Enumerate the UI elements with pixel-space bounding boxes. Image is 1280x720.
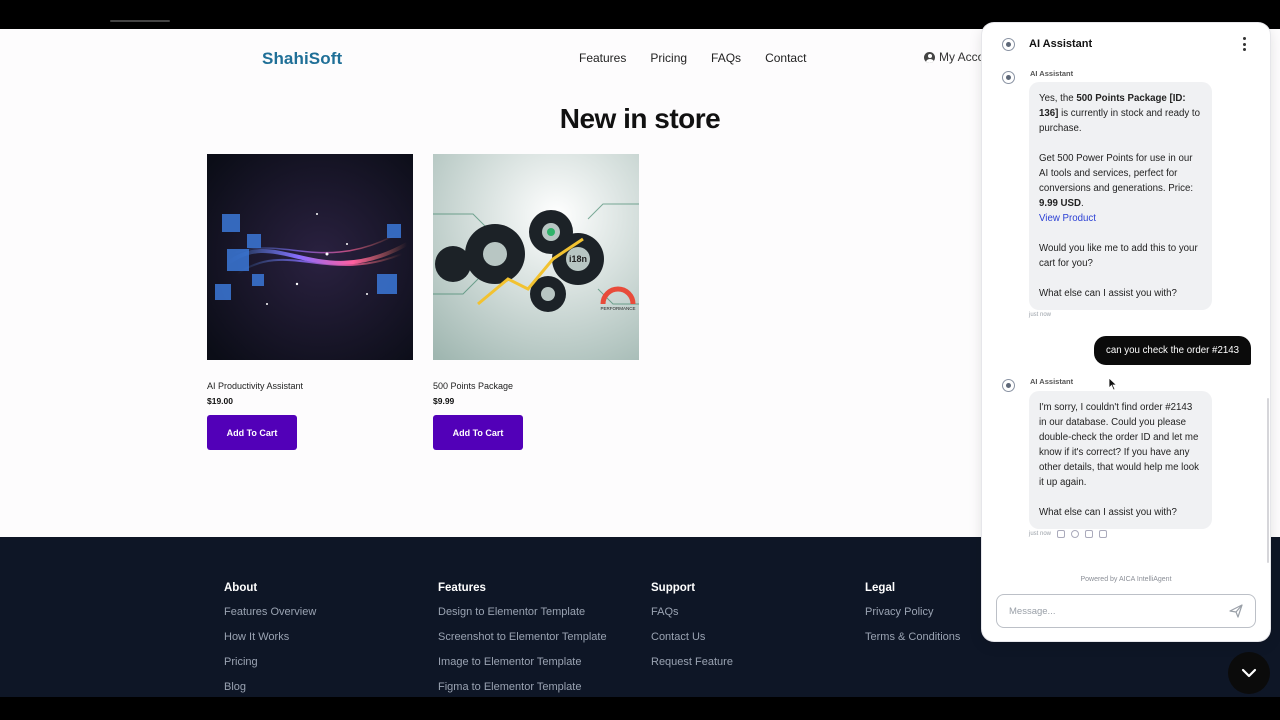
nav-features[interactable]: Features	[579, 51, 626, 65]
main-nav: Features Pricing FAQs Contact	[579, 51, 806, 65]
footer-link[interactable]: Screenshot to Elementor Template	[438, 631, 607, 645]
more-options-icon[interactable]	[1239, 37, 1249, 51]
bot-avatar-icon	[1002, 71, 1015, 84]
message-timestamp: just now	[1029, 531, 1052, 537]
footer-link[interactable]: Image to Elementor Template	[438, 656, 607, 670]
message-sender: AI Assistant	[1030, 69, 1074, 78]
bot-message: Yes, the 500 Points Package [ID: 136] is…	[1029, 82, 1212, 310]
view-product-link[interactable]: View Product	[1039, 213, 1096, 224]
footer-link[interactable]: Privacy Policy	[865, 606, 960, 620]
footer-link[interactable]: How It Works	[224, 631, 316, 645]
message-paragraph: Yes, the 500 Points Package [ID: 136] is…	[1039, 93, 1200, 134]
product-image[interactable]	[207, 154, 413, 360]
footer-column-features: Features Design to Elementor Template Sc…	[438, 582, 607, 706]
footer-heading: Features	[438, 582, 486, 594]
footer-heading: Support	[651, 582, 696, 594]
regenerate-icon[interactable]	[1071, 530, 1080, 538]
user-message: can you check the order #2143	[1093, 336, 1251, 365]
nav-pricing[interactable]: Pricing	[650, 51, 687, 65]
my-account-link[interactable]: My Acco	[924, 50, 984, 64]
product-price: $9.99	[433, 396, 455, 406]
svg-text:PERFORMANCE: PERFORMANCE	[600, 306, 635, 311]
footer-link[interactable]: FAQs	[651, 606, 733, 620]
message-meta: just now	[1029, 530, 1108, 538]
bot-message: I'm sorry, I couldn't find order #2143 i…	[1029, 391, 1212, 529]
bot-avatar-icon	[1002, 38, 1015, 51]
chat-scrollbar[interactable]	[1267, 398, 1269, 563]
user-icon	[924, 51, 935, 63]
chevron-down-icon	[1241, 668, 1257, 678]
send-icon[interactable]	[1228, 603, 1244, 619]
message-paragraph: I'm sorry, I couldn't find order #2143 i…	[1039, 402, 1199, 488]
footer-column-legal: Legal Privacy Policy Terms & Conditions	[865, 582, 960, 656]
message-composer	[996, 594, 1256, 628]
bot-avatar-icon	[1002, 379, 1015, 392]
tab-indicator	[110, 20, 170, 22]
footer-column-support: Support FAQs Contact Us Request Feature	[651, 582, 733, 681]
thumbs-down-icon[interactable]	[1099, 530, 1108, 538]
chat-header: AI Assistant	[982, 23, 1270, 67]
message-paragraph: Get 500 Power Points for use in our AI t…	[1039, 153, 1194, 209]
message-paragraph: What else can I assist you with?	[1039, 507, 1177, 518]
footer-link[interactable]: Request Feature	[651, 656, 733, 670]
message-paragraph: Would you like me to add this to your ca…	[1039, 243, 1198, 269]
mouse-cursor-icon	[1108, 377, 1118, 391]
chat-collapse-button[interactable]	[1228, 652, 1270, 694]
footer-link[interactable]: Blog	[224, 681, 316, 695]
add-to-cart-button[interactable]: Add To Cart	[433, 415, 523, 450]
footer-link[interactable]: Figma to Elementor Template	[438, 681, 607, 695]
message-sender: AI Assistant	[1030, 377, 1074, 386]
footer-link[interactable]: Features Overview	[224, 606, 316, 620]
svg-text:i18n: i18n	[569, 254, 587, 264]
nav-faqs[interactable]: FAQs	[711, 51, 741, 65]
add-to-cart-button[interactable]: Add To Cart	[207, 415, 297, 450]
footer-link[interactable]: Contact Us	[651, 631, 733, 645]
product-card: i18n PERFORMANCE 500 Points Package $9.9…	[433, 154, 639, 450]
footer-column-about: About Features Overview How It Works Pri…	[224, 582, 316, 706]
chat-widget: AI Assistant AI Assistant Yes, the 500 P…	[982, 23, 1270, 641]
product-card: AI Productivity Assistant $19.00 Add To …	[207, 154, 413, 450]
product-name[interactable]: AI Productivity Assistant	[207, 381, 413, 391]
message-meta: just now	[1029, 312, 1051, 318]
footer-link[interactable]: Design to Elementor Template	[438, 606, 607, 620]
footer-heading: Legal	[865, 582, 896, 594]
message-timestamp: just now	[1029, 312, 1052, 318]
message-input[interactable]	[1009, 603, 1219, 619]
chat-title: AI Assistant	[1029, 38, 1093, 50]
bottom-black-bar	[0, 697, 1280, 720]
powered-by-label: Powered by AICA IntelliAgent	[1080, 576, 1172, 583]
footer-link[interactable]: Pricing	[224, 656, 316, 670]
price-value: 9.99 USD	[1039, 198, 1081, 209]
footer-heading: About	[224, 582, 258, 594]
nav-contact[interactable]: Contact	[765, 51, 806, 65]
site-logo[interactable]: ShahiSoft	[262, 49, 342, 69]
product-image[interactable]: i18n PERFORMANCE	[433, 154, 639, 360]
product-price: $19.00	[207, 396, 233, 406]
footer-link[interactable]: Terms & Conditions	[865, 631, 960, 645]
thumbs-up-icon[interactable]	[1085, 530, 1094, 538]
product-name[interactable]: 500 Points Package	[433, 381, 639, 391]
copy-icon[interactable]	[1057, 530, 1066, 538]
my-account-label: My Acco	[939, 50, 985, 64]
message-paragraph: What else can I assist you with?	[1039, 288, 1177, 299]
